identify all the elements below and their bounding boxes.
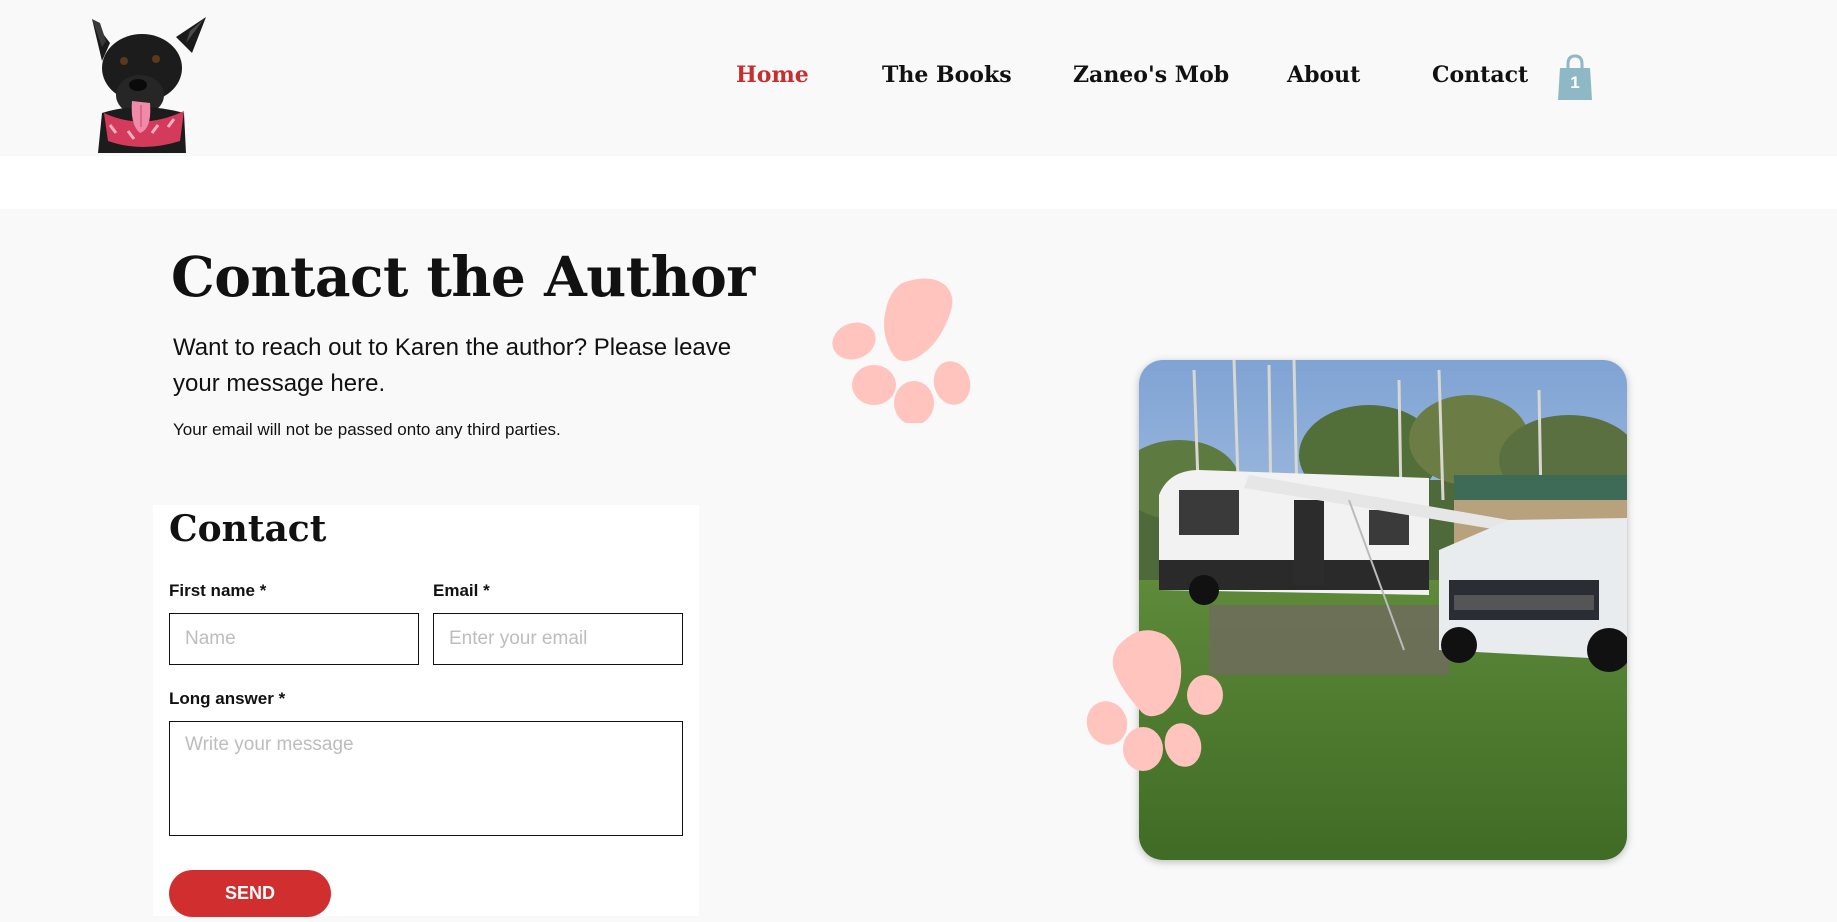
camper-trailer-photo	[1139, 360, 1627, 860]
cart-count: 1	[1570, 73, 1580, 92]
privacy-note: Your email will not be passed onto any t…	[173, 420, 561, 439]
send-button[interactable]: SEND	[169, 870, 331, 917]
nav-the-books[interactable]: The Books	[882, 62, 1012, 88]
email-input[interactable]	[433, 613, 683, 665]
nav-contact[interactable]: Contact	[1432, 62, 1528, 88]
cart-button[interactable]: 1	[1556, 54, 1594, 102]
first-name-label: First name *	[169, 581, 267, 600]
message-textarea[interactable]	[169, 721, 683, 836]
paw-print-icon	[1086, 630, 1223, 771]
site-header: Home The Books Zaneo's Mob About Contact…	[0, 0, 1837, 156]
paw-print-icon	[832, 278, 971, 423]
nav-zaneos-mob[interactable]: Zaneo's Mob	[1073, 62, 1229, 88]
page-subtitle: Want to reach out to Karen the author? P…	[173, 334, 732, 397]
contact-form: Contact First name * Email * Long answer…	[153, 505, 699, 917]
contact-section: Contact the Author Want to reach out to …	[0, 209, 1837, 922]
header-spacer	[0, 156, 1837, 209]
page-title: Contact the Author	[171, 244, 755, 309]
form-title: Contact	[169, 508, 327, 550]
nav-about[interactable]: About	[1287, 62, 1360, 88]
nav-home[interactable]: Home	[736, 62, 809, 88]
long-answer-label: Long answer *	[169, 689, 286, 708]
email-label: Email *	[433, 581, 490, 600]
first-name-input[interactable]	[169, 613, 419, 665]
